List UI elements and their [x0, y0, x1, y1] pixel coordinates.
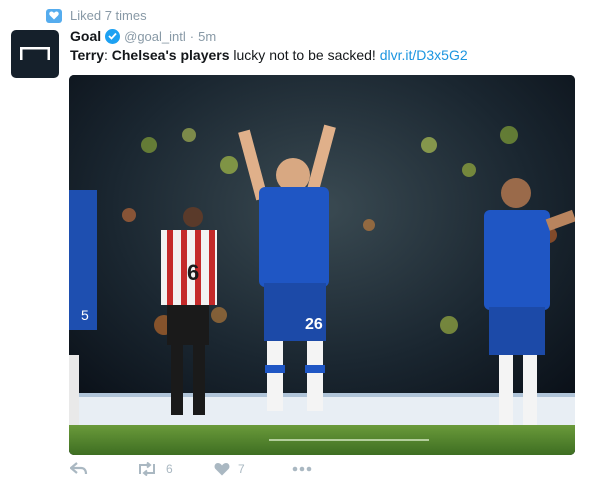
tweet-header: Goal @goal_intl · 5m: [70, 28, 216, 44]
like-button[interactable]: 7: [214, 462, 292, 476]
avatar[interactable]: [11, 30, 59, 78]
tweet-text: Terry: Chelsea's players lucky not to be…: [70, 47, 468, 63]
tweet-text-sep: :: [103, 47, 112, 63]
reply-icon: [70, 462, 88, 475]
more-options-button[interactable]: [292, 466, 312, 472]
goal-logo-icon: [20, 47, 50, 60]
retweet-count: 6: [166, 462, 173, 476]
tweet-media[interactable]: 5 6 26: [69, 75, 575, 455]
center-jersey-number: 26: [305, 316, 323, 333]
tweet-text-bold-1: Terry: [70, 47, 104, 63]
away-jersey-number: 6: [187, 260, 199, 285]
retweet-button[interactable]: 6: [136, 462, 214, 476]
match-photo: 5 6 26: [69, 75, 575, 455]
tweet-text-bold-2: Chelsea's players: [111, 47, 230, 63]
more-options-icon: [292, 466, 312, 472]
reply-button[interactable]: [70, 462, 136, 476]
header-separator: ·: [189, 28, 195, 44]
account-handle[interactable]: @goal_intl: [124, 29, 186, 44]
like-count: 7: [238, 462, 245, 476]
verified-icon: [105, 28, 121, 44]
heart-icon: [214, 463, 230, 476]
like-notification-icon: [46, 8, 62, 23]
tweet-context: Liked 7 times: [46, 8, 147, 23]
tweet-actions: 6 7: [70, 462, 312, 476]
retweet-icon: [139, 462, 155, 476]
left-jersey-number: 5: [81, 307, 89, 323]
tweet-link[interactable]: dlvr.it/D3x5G2: [380, 47, 468, 63]
account-name[interactable]: Goal: [70, 28, 101, 44]
tweet-timestamp[interactable]: 5m: [198, 29, 216, 44]
context-label: Liked 7 times: [70, 8, 147, 23]
tweet-text-rest: lucky not to be sacked!: [229, 47, 380, 63]
